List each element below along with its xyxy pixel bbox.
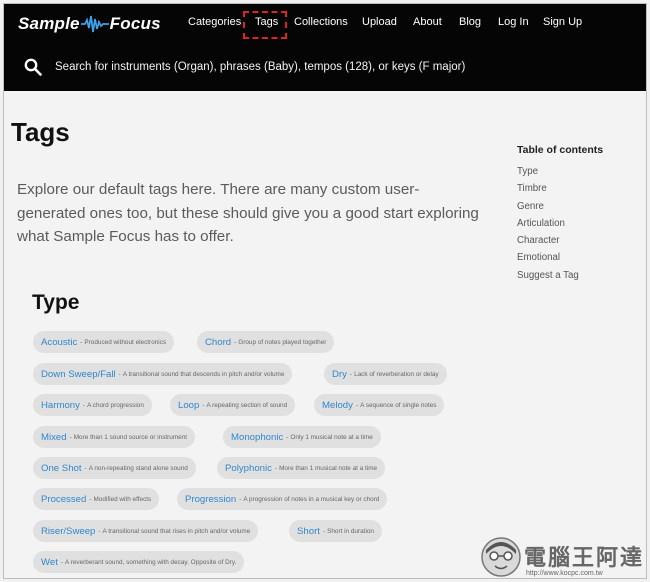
tag-name[interactable]: Down Sweep/Fall	[41, 369, 116, 380]
toc-title: Table of contents	[517, 144, 604, 156]
tag-chip[interactable]: One Shot - A non-repeating stand alone sou…	[33, 457, 196, 479]
nav-blog[interactable]: Blog	[459, 16, 481, 28]
tag-description: A non-repeating stand alone sound	[88, 464, 188, 472]
tag-description: A reverberant sound, something with deca…	[65, 558, 237, 566]
site-logo[interactable]: Sample Focus	[18, 10, 161, 38]
logo-text-left: Sample	[18, 14, 80, 33]
tags-highlight-box	[243, 11, 287, 39]
watermark: 電腦王阿達 http://www.kocpc.com.tw	[480, 536, 646, 578]
tag-name[interactable]: Loop	[178, 400, 199, 411]
tag-name[interactable]: Monophonic	[231, 432, 283, 443]
tag-chip[interactable]: Chord - Group of notes played together	[197, 331, 335, 353]
tag-description: A repeating section of sound	[206, 401, 288, 409]
tag-chip[interactable]: Loop - A repeating section of sound	[170, 394, 296, 416]
tag-name[interactable]: Short	[297, 526, 320, 537]
tag-name[interactable]: Wet	[41, 557, 58, 568]
nav-about[interactable]: About	[413, 16, 442, 28]
tag-name[interactable]: Progression	[185, 494, 236, 505]
tag-name[interactable]: Riser/Sweep	[41, 526, 95, 537]
tag-chip[interactable]: Melody - A sequence of single notes	[314, 394, 445, 416]
tag-description: Lack of reverberation or delay	[354, 370, 439, 378]
tag-description: Group of notes played together	[238, 338, 327, 346]
mascot-face-icon	[481, 537, 521, 577]
search-bar[interactable]: Search for instruments (Organ), phrases …	[24, 57, 465, 77]
tag-description: A progression of notes in a musical key …	[243, 495, 380, 503]
tag-chip[interactable]: Dry - Lack of reverberation or delay	[324, 363, 447, 385]
nav-collections[interactable]: Collections	[294, 16, 348, 28]
toc-item-type[interactable]: Type	[517, 166, 603, 183]
tag-description: Short in duration	[327, 527, 374, 535]
table-of-contents: Table of contents Type Timbre Genre Arti…	[517, 144, 603, 287]
toc-item-timbre[interactable]: Timbre	[517, 183, 603, 200]
tag-description: More than 1 sound source or instrument	[73, 433, 188, 441]
tag-name[interactable]: One Shot	[41, 463, 82, 474]
nav-login[interactable]: Log In	[498, 16, 529, 28]
main-content: Tags Explore our default tags here. Ther…	[4, 91, 646, 578]
tag-chip[interactable]: Riser/Sweep - A transitional sound that ri…	[33, 520, 259, 542]
search-input[interactable]: Search for instruments (Organ), phrases …	[55, 61, 465, 73]
tag-description: Modified with effects	[93, 495, 152, 503]
site-header: Sample Focus Categories Tags Collections…	[4, 4, 646, 91]
tag-chip[interactable]: Harmony - A chord progression	[33, 394, 152, 416]
tag-description: A transitional sound that rises in pitch…	[102, 527, 251, 535]
search-icon[interactable]	[24, 58, 42, 76]
tag-description: Produced without electronics	[84, 338, 167, 346]
waveform-icon	[80, 15, 109, 33]
intro-paragraph: Explore our default tags here. There are…	[17, 181, 479, 245]
tag-name[interactable]: Polyphonic	[225, 463, 272, 474]
tag-description: More than 1 musical note at a time	[279, 464, 378, 472]
tag-name[interactable]: Acoustic	[41, 337, 77, 348]
tag-chip[interactable]: Monophonic - Only 1 musical note at a time	[223, 426, 381, 448]
tag-chip[interactable]: Polyphonic - More than 1 musical note at a…	[217, 457, 386, 479]
logo-text-right: Focus	[109, 14, 161, 33]
tag-chip[interactable]: Short - Short in duration	[289, 520, 382, 542]
tag-description: A transitional sound that descends in pi…	[122, 370, 285, 378]
section-title-type: Type	[32, 291, 80, 314]
watermark-title: 電腦王阿達	[524, 546, 645, 571]
page-title: Tags	[11, 117, 70, 147]
tag-description: A sequence of single notes	[360, 401, 437, 409]
tag-chip[interactable]: Processed - Modified with effects	[33, 488, 160, 510]
nav-signup[interactable]: Sign Up	[543, 16, 582, 28]
tag-name[interactable]: Harmony	[41, 400, 80, 411]
browser-viewport: Sample Focus Categories Tags Collections…	[3, 3, 647, 579]
nav-upload[interactable]: Upload	[362, 16, 397, 28]
tag-name[interactable]: Dry	[332, 369, 347, 380]
tag-name[interactable]: Processed	[41, 494, 86, 505]
toc-item-genre[interactable]: Genre	[517, 201, 603, 218]
tag-chip[interactable]: Wet - A reverberant sound, something with …	[33, 551, 245, 573]
tag-description: Only 1 musical note at a time	[290, 433, 373, 441]
tag-chip[interactable]: Progression - A progression of notes in a …	[177, 488, 388, 510]
tag-chip[interactable]: Acoustic - Produced without electronics	[33, 331, 175, 353]
nav-categories[interactable]: Categories	[188, 16, 241, 28]
tag-name[interactable]: Melody	[322, 400, 353, 411]
toc-item-character[interactable]: Character	[517, 235, 603, 252]
tag-chip[interactable]: Down Sweep/Fall - A transitional sound tha…	[33, 363, 293, 385]
toc-item-articulation[interactable]: Articulation	[517, 218, 603, 235]
tag-name[interactable]: Chord	[205, 337, 231, 348]
tag-description: A chord progression	[87, 401, 144, 409]
watermark-url: http://www.kocpc.com.tw	[526, 570, 603, 577]
toc-item-emotional[interactable]: Emotional	[517, 252, 603, 269]
tag-chip[interactable]: Mixed - More than 1 sound source or instru…	[33, 426, 196, 448]
toc-item-suggest-tag[interactable]: Suggest a Tag	[517, 270, 603, 287]
tag-name[interactable]: Mixed	[41, 432, 67, 443]
